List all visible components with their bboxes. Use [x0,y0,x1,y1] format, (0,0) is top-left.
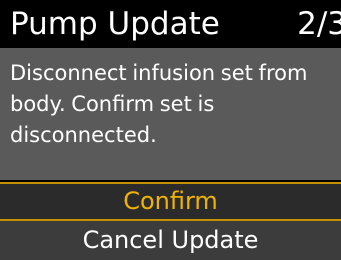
screen-header: Pump Update 2/3 [0,0,341,48]
page-indicator: 2/3 [297,6,341,42]
cancel-update-option[interactable]: Cancel Update [0,221,341,260]
instruction-text: Disconnect infusion set from body. Confi… [10,61,308,147]
screen-title: Pump Update [10,6,220,42]
confirm-option[interactable]: Confirm [0,182,341,221]
instruction-panel: Disconnect infusion set from body. Confi… [0,48,341,180]
pump-screen: Pump Update 2/3 Disconnect infusion set … [0,0,341,260]
